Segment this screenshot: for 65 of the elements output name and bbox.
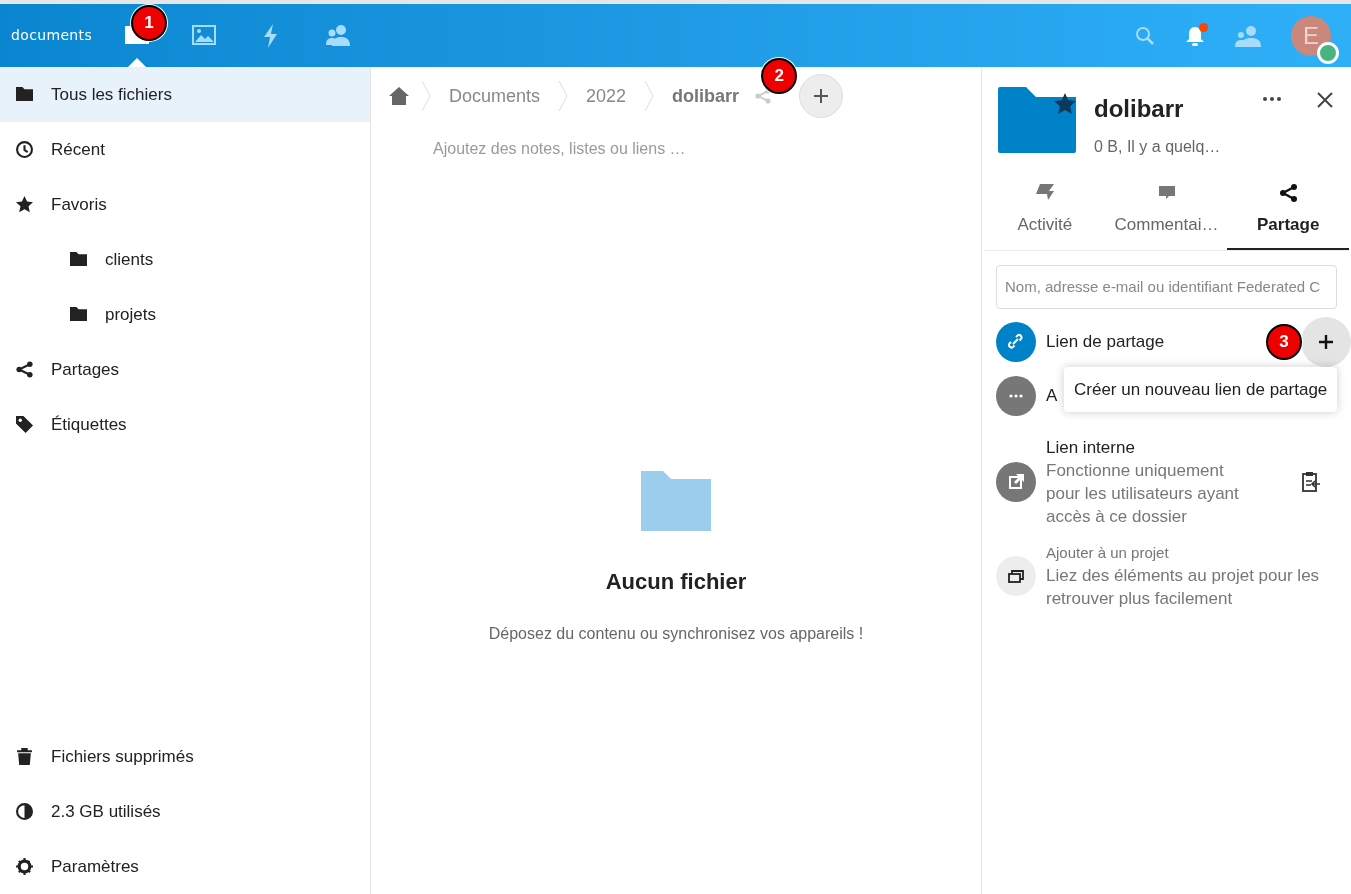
share-icon[interactable] xyxy=(755,88,772,104)
row-title[interactable]: Lien de partage xyxy=(1046,328,1165,355)
notifications-icon[interactable] xyxy=(1185,24,1205,47)
share-option-button[interactable] xyxy=(996,462,1036,502)
folder-icon xyxy=(998,87,1076,153)
add-button[interactable] xyxy=(799,74,844,118)
trash-icon xyxy=(16,748,33,765)
clock-icon xyxy=(16,141,33,158)
link-icon xyxy=(1006,331,1026,352)
breadcrumb[interactable]: 2022 xyxy=(586,82,627,110)
empty-text: Déposez du contenu ou synchronisez vos appareils ! xyxy=(488,624,864,644)
sidebar-item[interactable]: Étiquettes xyxy=(0,397,370,452)
tab[interactable]: Partage xyxy=(1227,182,1349,250)
sidebar-item[interactable]: 2.3 GB utilisés xyxy=(0,784,370,839)
tooltip: Créer un nouveau lien de partage xyxy=(1064,366,1338,412)
breadcrumb-separator xyxy=(421,81,431,111)
share-icon xyxy=(1277,182,1300,204)
callout-badge: 3 xyxy=(1266,323,1302,360)
add-link-button[interactable] xyxy=(1301,316,1351,367)
more-icon[interactable] xyxy=(1263,97,1281,101)
tab[interactable]: Commentai… xyxy=(1105,182,1228,250)
folder-icon xyxy=(70,251,87,268)
external-link-icon xyxy=(1006,472,1026,492)
sidebar-item[interactable]: Partages xyxy=(0,342,370,397)
callout-badge: 2 xyxy=(761,58,798,94)
folder-icon xyxy=(641,471,711,531)
breadcrumb-separator xyxy=(558,81,569,111)
sidebar-item[interactable]: Tous les fichiers xyxy=(0,67,370,122)
row-description: Liez des éléments au projet pour les retrouver plus facilement xyxy=(1046,565,1321,610)
callout-badge: 1 xyxy=(131,5,168,41)
tab[interactable]: Activité xyxy=(984,182,1106,250)
sidebar-item[interactable]: projets xyxy=(0,287,370,342)
sidebar-item[interactable]: Paramètres xyxy=(0,839,370,894)
star-icon[interactable] xyxy=(1054,93,1076,115)
row-description: Fonctionne uniquement pour les utilisateurs ayant accès à ce dossier xyxy=(1046,459,1240,528)
folder-icon xyxy=(16,86,33,103)
sidebar-item[interactable]: Récent xyxy=(0,122,370,177)
file-meta: 0 B, Il y a quelq… xyxy=(1094,137,1222,157)
app-logo[interactable]: documents xyxy=(11,25,93,46)
sidebar-item[interactable]: Favoris xyxy=(0,177,370,232)
row-title: Lien interne xyxy=(1046,436,1136,459)
search-field[interactable]: Nom, adresse e-mail ou identifiant Federated C xyxy=(996,264,1337,309)
more-icon xyxy=(1009,393,1023,398)
sidebar-item[interactable]: Fichiers supprimés xyxy=(0,729,370,784)
share-icon xyxy=(16,361,33,378)
breadcrumb-separator xyxy=(644,81,655,111)
folder-icon xyxy=(70,306,87,323)
tag-icon xyxy=(16,416,33,433)
plus-icon xyxy=(1318,333,1334,350)
clipboard-icon[interactable] xyxy=(1301,471,1321,493)
plus-icon xyxy=(813,88,830,104)
share-option-button[interactable] xyxy=(996,375,1036,416)
empty-title: Aucun fichier xyxy=(605,568,747,596)
sidebar-item[interactable]: clients xyxy=(0,232,370,287)
row-title: A xyxy=(1046,384,1058,407)
row-title[interactable]: Ajouter à un projet xyxy=(1046,541,1321,564)
share-option-button[interactable] xyxy=(996,321,1036,362)
close-icon[interactable] xyxy=(1317,92,1333,108)
star-icon xyxy=(16,196,33,213)
breadcrumb[interactable]: dolibarr xyxy=(672,82,740,110)
file-name: dolibarr xyxy=(1094,94,1185,124)
home-icon[interactable] xyxy=(389,87,409,105)
pie-chart-icon xyxy=(16,803,33,820)
settings-icon xyxy=(16,858,33,875)
breadcrumb[interactable]: Documents xyxy=(449,82,541,110)
